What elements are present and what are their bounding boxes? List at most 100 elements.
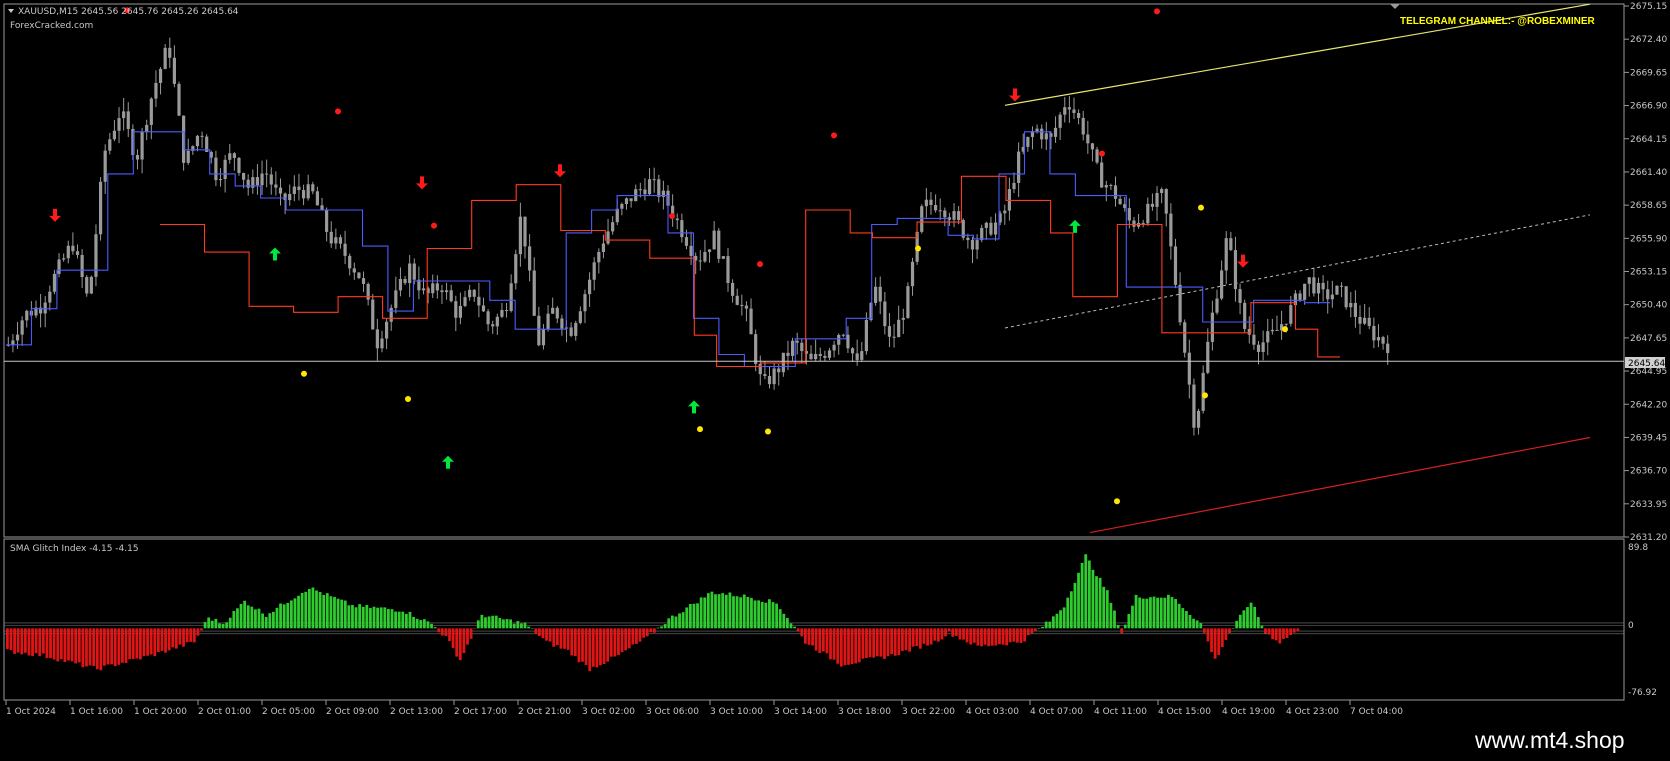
- chart-canvas[interactable]: 2675.15 2672.40 2669.65 2666.90 2664.15 2661.…: [0, 0, 1670, 761]
- histogram-bar: [505, 619, 509, 629]
- histogram-bar: [897, 628, 901, 656]
- candle-body: [1012, 182, 1016, 190]
- histogram-bar: [49, 628, 52, 659]
- histogram-bar: [545, 628, 548, 641]
- histogram-bar: [397, 611, 401, 629]
- histogram-bar: [261, 613, 264, 629]
- histogram-bar: [422, 619, 426, 629]
- histogram-bar: [1001, 628, 1005, 645]
- histogram-bar: [699, 597, 703, 629]
- current-price-tag: 2645.64: [1628, 359, 1665, 369]
- candle-body: [675, 218, 679, 221]
- candle-body: [361, 278, 366, 284]
- candle-body: [343, 243, 347, 256]
- candle-body: [1183, 322, 1187, 353]
- histogram-bar: [829, 628, 832, 660]
- histogram-bar: [250, 606, 254, 629]
- histogram-bar: [1016, 628, 1019, 643]
- histogram-bar: [868, 628, 872, 658]
- histogram-bar: [41, 628, 45, 654]
- histogram-bar: [81, 628, 85, 668]
- candle-body: [883, 301, 887, 327]
- candle-body: [731, 282, 735, 296]
- histogram-bar: [343, 600, 347, 629]
- histogram-bar: [1238, 614, 1242, 629]
- candle-body: [1252, 334, 1256, 345]
- candle-body: [1178, 284, 1182, 323]
- histogram-bar: [1044, 621, 1048, 629]
- candle-body: [938, 210, 942, 212]
- candle-body: [108, 139, 112, 151]
- histogram-bar: [185, 628, 189, 643]
- histogram-bar: [688, 604, 692, 629]
- histogram-bar: [1181, 608, 1185, 629]
- histogram-bar: [1008, 628, 1012, 643]
- histogram-bar: [962, 628, 965, 640]
- candle-body: [232, 153, 236, 158]
- histogram-bar: [782, 613, 786, 629]
- candle-body: [1275, 329, 1279, 331]
- candle-body: [574, 322, 578, 336]
- histogram-bar: [1249, 602, 1253, 629]
- histogram-bar: [563, 628, 566, 649]
- histogram-bar: [832, 628, 836, 660]
- histogram-bar: [358, 604, 362, 629]
- price-axis-label: 2642.20: [1630, 400, 1667, 410]
- candle-body: [528, 246, 532, 271]
- histogram-bar: [753, 600, 757, 629]
- histogram-bar: [1041, 626, 1044, 629]
- candle-body: [278, 187, 283, 194]
- histogram-bar: [207, 617, 211, 629]
- histogram-bar: [20, 628, 24, 655]
- candle-body: [431, 283, 435, 294]
- candle-body: [1289, 305, 1293, 324]
- candle-body: [1192, 384, 1196, 428]
- histogram-bar: [131, 628, 135, 660]
- histogram-bar: [85, 628, 88, 667]
- histogram-bar: [1260, 625, 1264, 629]
- candle-body: [1072, 109, 1076, 113]
- histogram-bar: [369, 608, 372, 629]
- histogram-bar: [279, 603, 282, 629]
- histogram-bar: [13, 628, 16, 654]
- histogram-bar: [721, 593, 725, 629]
- candle-body: [274, 184, 278, 188]
- histogram-bar: [865, 628, 868, 658]
- histogram-bar: [757, 600, 761, 629]
- histogram-bar: [1217, 628, 1221, 655]
- candle-body: [62, 258, 66, 260]
- histogram-bar: [663, 624, 667, 629]
- histogram-bar: [584, 628, 588, 666]
- red-dot: [757, 261, 763, 268]
- candle-body: [1261, 342, 1265, 352]
- price-axis-label: 2636.70: [1630, 467, 1667, 477]
- histogram-bar: [394, 611, 397, 629]
- mt4-chart-window[interactable]: 2675.15 2672.40 2669.65 2666.90 2664.15 2661.…: [0, 0, 1670, 761]
- candle-body: [855, 353, 859, 360]
- yellow-dot: [765, 428, 771, 435]
- candle-body: [1358, 316, 1362, 324]
- histogram-bar: [1105, 590, 1109, 629]
- histogram-bar: [559, 628, 563, 649]
- histogram-bar: [415, 618, 419, 629]
- histogram-bar: [901, 628, 904, 651]
- candle-body: [1270, 329, 1274, 332]
- histogram-bar: [861, 628, 865, 659]
- histogram-bar: [976, 628, 980, 646]
- histogram-bar: [171, 628, 175, 648]
- candle-body: [163, 47, 167, 69]
- histogram-bar: [890, 628, 894, 655]
- histogram-bar: [1091, 569, 1095, 629]
- candle-body: [1376, 337, 1381, 341]
- histogram-bar: [214, 618, 218, 629]
- candle-body: [689, 245, 693, 256]
- candle-body: [606, 231, 610, 244]
- histogram-bar: [696, 603, 699, 629]
- histogram-bar: [994, 628, 998, 646]
- candle-body: [966, 237, 970, 241]
- histogram-bar: [59, 628, 63, 660]
- histogram-bar: [243, 600, 247, 629]
- candle-body: [717, 230, 721, 259]
- candle-body: [814, 354, 818, 360]
- price-axis-label: 2666.90: [1630, 102, 1667, 112]
